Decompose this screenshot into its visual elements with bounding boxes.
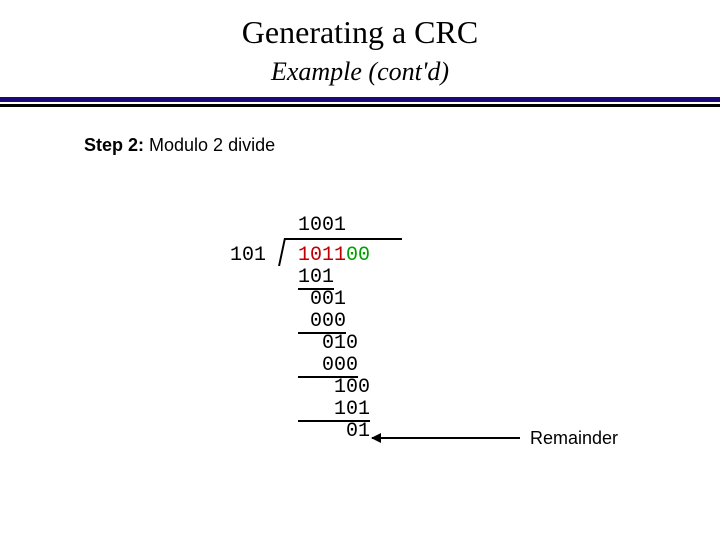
- step-heading: Step 2: Modulo 2 divide: [84, 135, 720, 156]
- division-work: 101100 101 001 000 010 000 100 101 01: [298, 245, 370, 443]
- division-subtract: 101: [298, 401, 370, 422]
- division-bar-top: [284, 238, 402, 240]
- subtitle-example: Example: [271, 57, 362, 86]
- divisor: 101: [230, 245, 266, 267]
- step-text: Modulo 2 divide: [144, 135, 275, 155]
- step-label: Step 2:: [84, 135, 144, 155]
- division-row: 000: [298, 311, 370, 333]
- division-row: 100: [298, 377, 370, 399]
- subtitle-contd: (cont'd): [368, 57, 449, 86]
- remainder-value: 01: [298, 421, 370, 443]
- quotient: 1001: [298, 215, 346, 237]
- rule-purple: [0, 97, 720, 102]
- division-subtract: 000: [298, 313, 346, 334]
- division-subtract: 000: [298, 357, 358, 378]
- dividend: 101100: [298, 245, 370, 267]
- division-row: 001: [298, 289, 370, 311]
- dividend-dataword: 1011: [298, 244, 346, 267]
- arrow-icon: [372, 437, 520, 439]
- division-subtract: 101: [298, 269, 334, 290]
- title-rule: [0, 97, 720, 107]
- division-bar-side: [278, 238, 286, 266]
- dividend-appended-zeros: 00: [346, 244, 370, 267]
- page-subtitle: Example (cont'd): [0, 57, 720, 87]
- remainder-label: Remainder: [530, 428, 618, 449]
- division-row: 000: [298, 355, 370, 377]
- division-row: 101: [298, 267, 370, 289]
- page-title: Generating a CRC: [0, 0, 720, 51]
- division-row: 101: [298, 399, 370, 421]
- rule-black: [0, 104, 720, 107]
- division-row: 010: [298, 333, 370, 355]
